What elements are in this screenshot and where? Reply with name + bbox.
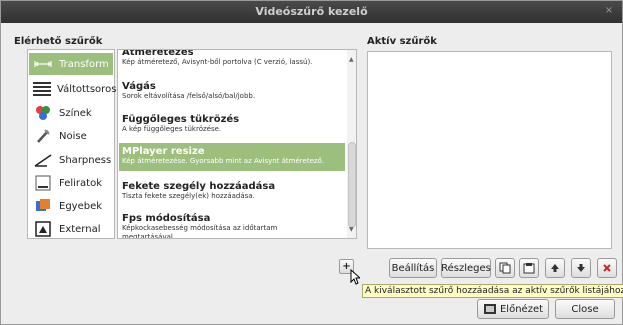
active-filter-list[interactable] — [367, 51, 612, 249]
colors-icon — [33, 105, 53, 121]
clipboard-icon — [523, 263, 535, 274]
duplicate-icon — [499, 262, 511, 274]
available-filters-label: Elérhető szűrők — [14, 36, 103, 47]
noise-icon — [33, 128, 53, 144]
remove-button[interactable] — [597, 258, 617, 278]
interlace-icon — [33, 81, 51, 97]
filter-list-scrollbar[interactable]: ▲ ▼ — [347, 50, 356, 238]
category-label: Váltottsoros — [57, 83, 117, 95]
category-misc[interactable]: Egyebek — [29, 195, 113, 217]
preview-button[interactable]: Előnézet — [477, 299, 549, 319]
filter-item[interactable]: Fps módosítása Képkockasebesség módosítá… — [119, 213, 345, 239]
filter-description: Tiszta fekete szegély(ek) hozzáadása. — [122, 192, 255, 200]
filter-name: Átméretezés — [122, 49, 194, 58]
filter-description: Képkockasebesség módosítása az időtartam… — [122, 224, 278, 239]
filter-name: Vágás — [122, 81, 156, 92]
category-noise[interactable]: Noise — [29, 125, 113, 147]
filter-item[interactable]: Átméretezés Kép átméretező, Avisynt-ből … — [119, 49, 345, 69]
category-external[interactable]: External — [29, 218, 113, 240]
active-filters-label: Aktív szűrők — [367, 36, 437, 47]
sharpness-icon — [33, 152, 53, 168]
category-label: Feliratok — [59, 177, 102, 189]
filter-item[interactable]: Vágás Sorok eltávolítása /felső/alsó/bal… — [119, 81, 345, 105]
filter-description: Kép átméretezése. Gyorsabb mint az Avisy… — [122, 157, 325, 165]
category-label: External — [59, 223, 101, 235]
filter-item-selected[interactable]: MPlayer resize Kép átméretezése. Gyorsab… — [119, 143, 345, 171]
filter-name: MPlayer resize — [122, 146, 205, 157]
category-label: Transform — [59, 58, 109, 70]
filter-item[interactable]: Függőleges tükrözés A kép függőleges tük… — [119, 114, 345, 138]
preview-button-label: Előnézet — [499, 303, 544, 315]
category-list[interactable]: Transform Váltottsoros Színek Noise Shar… — [27, 49, 117, 240]
scroll-down-icon[interactable]: ▼ — [349, 226, 354, 233]
partial-button[interactable]: Részleges — [441, 258, 491, 278]
category-interlace[interactable]: Váltottsoros — [29, 78, 117, 100]
title-bar[interactable]: Videószűrő kezelő × — [1, 1, 622, 23]
duplicate-button[interactable] — [495, 258, 515, 278]
transform-icon — [33, 56, 53, 72]
subtitles-icon — [33, 175, 53, 191]
misc-icon — [33, 198, 53, 214]
settings-button-label: Beállítás — [391, 262, 435, 274]
move-up-button[interactable] — [545, 258, 565, 278]
filter-name: Fekete szegély hozzáadása — [122, 181, 276, 192]
filter-name: Függőleges tükrözés — [122, 114, 240, 125]
filter-description: A kép függőleges tükrözése. — [122, 125, 222, 133]
arrow-down-icon — [577, 264, 585, 272]
category-label: Színek — [59, 107, 92, 119]
remove-icon — [603, 264, 611, 272]
copy-button[interactable] — [519, 258, 539, 278]
move-down-button[interactable] — [571, 258, 591, 278]
filter-description: Sorok eltávolítása /felső/alsó/bal/jobb. — [122, 92, 256, 100]
filter-list[interactable]: Átméretezés Kép átméretező, Avisynt-ből … — [117, 49, 357, 239]
preview-icon — [483, 304, 496, 314]
category-transform[interactable]: Transform — [29, 53, 113, 75]
filter-item[interactable]: Fekete szegély hozzáadása Tiszta fekete … — [119, 181, 345, 205]
mouse-cursor-icon — [350, 269, 360, 285]
add-filter-tooltip: A kiválasztott szűrő hozzáadása az aktív… — [362, 284, 623, 298]
close-button-label: Close — [571, 303, 599, 315]
category-label: Sharpness — [59, 154, 112, 166]
category-label: Noise — [59, 130, 87, 142]
window-title: Videószűrő kezelő — [255, 5, 368, 18]
external-icon — [33, 221, 53, 237]
scroll-up-icon[interactable]: ▲ — [349, 56, 354, 63]
category-sharpness[interactable]: Sharpness — [29, 149, 113, 171]
category-subtitles[interactable]: Feliratok — [29, 172, 113, 194]
filter-manager-dialog: Videószűrő kezelő × Elérhető szűrők Aktí… — [0, 0, 623, 325]
filter-name: Fps módosítása — [122, 213, 211, 224]
arrow-up-icon — [551, 264, 559, 272]
filter-description: Kép átméretező, Avisynt-ből portolva (C … — [122, 58, 313, 66]
close-icon[interactable]: × — [604, 6, 614, 16]
scrollbar-thumb[interactable] — [348, 142, 356, 228]
settings-button[interactable]: Beállítás — [389, 258, 437, 278]
category-label: Egyebek — [59, 200, 103, 212]
category-colors[interactable]: Színek — [29, 102, 113, 124]
partial-button-label: Részleges — [441, 262, 491, 274]
close-button[interactable]: Close — [555, 299, 615, 319]
